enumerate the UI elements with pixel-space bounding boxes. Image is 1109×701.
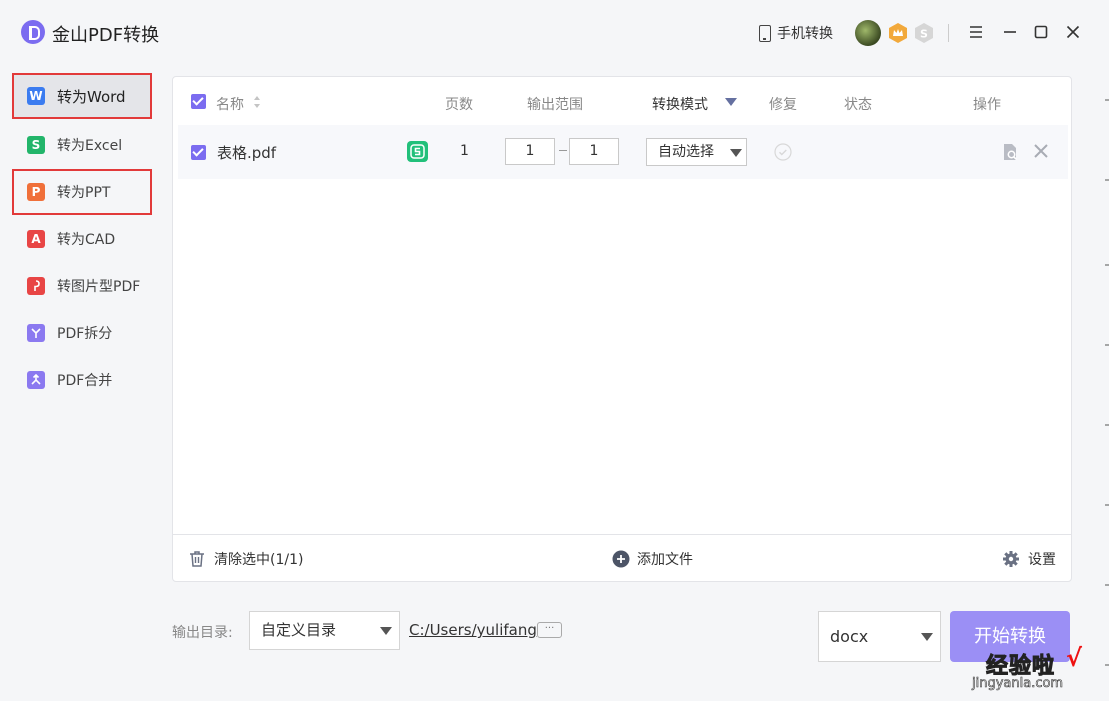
header-range: 输出范围 xyxy=(527,97,583,113)
trash-icon xyxy=(190,551,204,567)
sidebar-item-label: 转为PPT xyxy=(57,185,111,201)
file-list-panel: 名称 页数 输出范围 转换模式 修复 状态 操作 表格.pdf 1 1 1 自动… xyxy=(172,76,1072,582)
menu-icon[interactable] xyxy=(966,22,986,42)
range-from-input[interactable]: 1 xyxy=(505,138,555,165)
repair-check-icon[interactable] xyxy=(774,143,792,161)
minimize-icon[interactable] xyxy=(1000,22,1020,42)
format-select[interactable]: docx xyxy=(818,611,941,662)
mobile-convert-label: 手机转换 xyxy=(777,26,833,42)
sidebar: W 转为Word S 转为Excel P 转为PPT A 转为CAD 转图片型P… xyxy=(0,66,160,701)
sidebar-item-to-cad[interactable]: A 转为CAD xyxy=(14,218,150,260)
vip-gray-badge-icon[interactable]: S xyxy=(913,22,935,44)
sidebar-item-label: 转图片型PDF xyxy=(57,279,141,295)
image-pdf-icon xyxy=(27,277,45,295)
sidebar-item-label: PDF合并 xyxy=(57,373,113,389)
split-icon xyxy=(27,324,45,342)
file-name: 表格.pdf xyxy=(217,144,277,162)
watermark-url: jingyanla.com xyxy=(972,676,1064,692)
sidebar-item-label: PDF拆分 xyxy=(57,326,113,342)
clear-selected-label: 清除选中(1/1) xyxy=(214,552,304,568)
sidebar-item-to-image-pdf[interactable]: 转图片型PDF xyxy=(14,265,150,307)
sidebar-item-pdf-split[interactable]: PDF拆分 xyxy=(14,312,150,354)
title-divider xyxy=(948,24,949,42)
output-dir-label: 输出目录: xyxy=(172,625,233,641)
add-file-button[interactable]: 添加文件 xyxy=(612,549,693,569)
header-repair: 修复 xyxy=(769,97,797,113)
panel-footer: 清除选中(1/1) 添加文件 设置 xyxy=(173,534,1071,582)
app-logo-icon xyxy=(21,20,45,44)
range-to-input[interactable]: 1 xyxy=(569,138,619,165)
sidebar-item-to-ppt[interactable]: P 转为PPT xyxy=(12,169,152,215)
format-select-value: docx xyxy=(830,627,869,646)
settings-button[interactable]: 设置 xyxy=(1002,549,1056,569)
output-dir-select[interactable]: 自定义目录 xyxy=(249,611,400,650)
header-status: 状态 xyxy=(844,97,872,113)
add-file-label: 添加文件 xyxy=(637,552,693,568)
header-name[interactable]: 名称 xyxy=(216,94,244,114)
chevron-down-icon xyxy=(730,149,742,157)
mode-dropdown-icon[interactable] xyxy=(725,98,737,106)
plus-circle-icon xyxy=(612,550,630,568)
cad-icon: A xyxy=(27,230,45,248)
avatar[interactable] xyxy=(855,20,881,46)
gear-icon xyxy=(1003,551,1019,567)
sidebar-item-to-word[interactable]: W 转为Word xyxy=(12,73,152,119)
preview-file-icon[interactable] xyxy=(1000,142,1020,162)
range-dash xyxy=(559,150,567,151)
window-edge-marks xyxy=(1105,99,1109,666)
row-checkbox[interactable] xyxy=(191,145,206,160)
excel-type-icon xyxy=(407,141,428,162)
watermark-check: √ xyxy=(1066,644,1083,672)
table-row[interactable]: 表格.pdf 1 1 1 自动选择 xyxy=(178,125,1068,179)
watermark: 经验啦 √ jingyanla.com xyxy=(972,644,1082,691)
sidebar-item-label: 转为Excel xyxy=(57,138,123,154)
settings-label: 设置 xyxy=(1028,552,1056,568)
word-icon: W xyxy=(27,87,45,105)
ppt-icon: P xyxy=(27,183,45,201)
output-path-link[interactable]: C:/Users/yulifang xyxy=(409,621,537,639)
sidebar-item-to-excel[interactable]: S 转为Excel xyxy=(14,124,150,166)
mobile-convert-button[interactable]: 手机转换 xyxy=(759,22,833,44)
phone-icon xyxy=(759,24,771,42)
select-all-checkbox[interactable] xyxy=(191,94,206,109)
chevron-down-icon xyxy=(380,627,392,635)
sidebar-item-label: 转为CAD xyxy=(57,232,116,248)
header-action: 操作 xyxy=(973,97,1001,113)
sidebar-item-pdf-merge[interactable]: PDF合并 xyxy=(14,359,150,401)
sort-icon[interactable] xyxy=(253,93,261,111)
title-bar: 金山PDF转换 手机转换 S xyxy=(0,0,1109,66)
output-dir-select-value: 自定义目录 xyxy=(261,621,337,639)
chevron-down-icon xyxy=(921,633,933,641)
maximize-icon[interactable] xyxy=(1031,22,1051,42)
header-pages: 页数 xyxy=(445,97,473,113)
vip-gold-badge-icon[interactable] xyxy=(887,22,909,44)
merge-icon xyxy=(27,371,45,389)
svg-text:S: S xyxy=(920,28,928,41)
app-title: 金山PDF转换 xyxy=(52,25,160,46)
table-header: 名称 页数 输出范围 转换模式 修复 状态 操作 xyxy=(173,77,1071,127)
page-count: 1 xyxy=(460,143,469,159)
mode-select-value: 自动选择 xyxy=(658,144,714,160)
remove-file-icon[interactable] xyxy=(1033,143,1049,159)
excel-icon: S xyxy=(27,136,45,154)
browse-more-button[interactable]: ··· xyxy=(537,622,562,638)
sidebar-item-label: 转为Word xyxy=(57,87,126,106)
header-mode[interactable]: 转换模式 xyxy=(652,94,708,114)
mode-select[interactable]: 自动选择 xyxy=(646,138,747,166)
clear-selected-button[interactable]: 清除选中(1/1) xyxy=(188,549,303,569)
close-icon[interactable] xyxy=(1063,22,1083,42)
